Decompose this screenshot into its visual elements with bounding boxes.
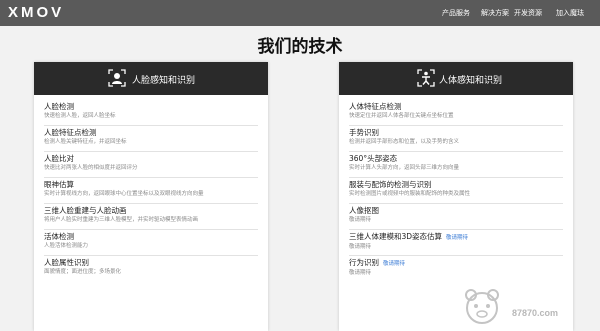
page-title: 我们的技术 [257,37,343,57]
card-header: 人体感知和识别 [339,62,573,95]
item-title: 人像抠图 [349,206,379,215]
watermark-mascot-icon [465,289,499,324]
item-title: 手势识别 [349,128,379,137]
item-desc: 快速比对两张人脸的相似度并返回评分 [44,165,138,171]
list-item: 活体检测人脸活体检测能力 [44,230,258,256]
list-item: 眼神估算实时计算视线方向，返回眼球中心位置坐标以及双眼视线方向向量 [44,178,258,204]
coming-soon-tag: 敬请期待 [446,235,469,241]
item-title: 活体检测 [44,232,74,241]
list-item: 人脸检测快速检测人脸，返回人脸坐标 [44,100,258,126]
card-title: 人体感知和识别 [439,76,503,86]
item-desc: 将用户人脸实时重建为三维人脸模型，并实时驱动模型表情动画 [44,217,199,223]
face-scan-icon [108,69,126,87]
item-desc: 敬请期待 [349,244,372,250]
item-title: 人脸属性识别 [44,258,89,267]
list-item: 服装与配饰的检测与识别实时检测图片或视频中的服装和配饰的种类及属性 [349,178,563,204]
item-desc: 检测并返回手部形态和位置，以及手势的含义 [349,139,460,145]
list-item: 人体特征点检测快速定位并返回人体各部位关键点坐标位置 [349,100,563,126]
list-item: 手势识别检测并返回手部形态和位置，以及手势的含义 [349,126,563,152]
item-title: 行为识别 敬请期待 [349,258,563,269]
item-title: 服装与配饰的检测与识别 [349,180,432,189]
face-recognition-card: 人脸感知和识别 人脸检测快速检测人脸，返回人脸坐标 人脸特征点检测检测人脸关键特… [34,62,268,331]
item-desc: 敬请期待 [349,270,372,276]
item-desc: 实时检测图片或视频中的服装和配饰的种类及属性 [349,191,471,197]
item-title: 眼神估算 [44,180,74,189]
item-title: 人体特征点检测 [349,102,402,111]
item-title: 360°头部姿态 [349,154,398,163]
nav-item-products[interactable]: 产品服务 [442,8,470,18]
list-item: 行为识别 敬请期待 敬请期待 [349,256,563,282]
item-title: 人脸特征点检测 [44,128,97,137]
item-desc: 面貌情度；面进位度；多场景化 [44,269,122,275]
list-item: 三维人体建模和3D姿态估算 敬请期待 敬请期待 [349,230,563,256]
list-item: 人脸特征点检测检测人脸关键特征点，并返回坐标 [44,126,258,152]
list-item: 人脸比对快速比对两张人脸的相似度并返回评分 [44,152,258,178]
item-title-text: 行为识别 [349,258,379,267]
item-title: 三维人脸重建与人脸动画 [44,206,127,215]
item-desc: 敬请期待 [349,217,372,223]
item-desc: 实时计算人头部方向，返回头部三维方向向量 [349,165,460,171]
feature-list: 人体特征点检测快速定位并返回人体各部位关键点坐标位置 手势识别检测并返回手部形态… [349,100,563,282]
brand-logo[interactable]: XMOV [8,4,64,21]
nav-item-developer[interactable]: 开发资源 [514,8,542,18]
item-title-text: 三维人体建模和3D姿态估算 [349,232,443,241]
nav-item-solutions[interactable]: 解决方案 [481,8,509,18]
card-header: 人脸感知和识别 [34,62,268,95]
item-title: 三维人体建模和3D姿态估算 敬请期待 [349,232,563,243]
card-title: 人脸感知和识别 [132,76,196,86]
watermark-text: 87870.com [512,308,559,318]
list-item: 360°头部姿态实时计算人头部方向，返回头部三维方向向量 [349,152,563,178]
list-item: 三维人脸重建与人脸动画将用户人脸实时重建为三维人脸模型，并实时驱动模型表情动画 [44,204,258,230]
body-recognition-card: 人体感知和识别 人体特征点检测快速定位并返回人体各部位关键点坐标位置 手势识别检… [339,62,573,331]
item-desc: 快速检测人脸，返回人脸坐标 [44,113,116,119]
item-title: 人脸检测 [44,102,74,111]
list-item: 人像抠图 敬请期待 [349,204,563,230]
body-scan-icon [417,69,435,87]
list-item: 人脸属性识别面貌情度；面进位度；多场景化 [44,256,258,282]
item-desc: 快速定位并返回人体各部位关键点坐标位置 [349,113,454,119]
feature-list: 人脸检测快速检测人脸，返回人脸坐标 人脸特征点检测检测人脸关键特征点，并返回坐标… [44,100,258,282]
item-desc: 人脸活体检测能力 [44,243,89,249]
top-navbar: XMOV 产品服务 解决方案 开发资源 加入魔珐 [0,0,600,26]
item-desc: 检测人脸关键特征点，并返回坐标 [44,139,127,145]
item-desc: 实时计算视线方向，返回眼球中心位置坐标以及双眼视线方向向量 [44,191,204,197]
nav-item-join[interactable]: 加入魔珐 [556,8,584,18]
coming-soon-tag: 敬请期待 [383,261,406,267]
item-title: 人脸比对 [44,154,74,163]
